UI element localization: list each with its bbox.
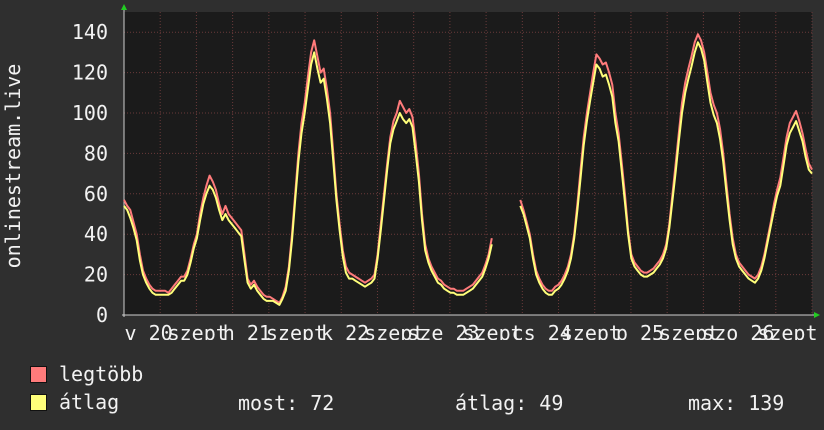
y-tick-label: 20 bbox=[84, 263, 108, 287]
stat-max: max: 139 bbox=[688, 391, 785, 415]
y-tick-label: 40 bbox=[84, 222, 108, 246]
y-axis-ticks: 0 20 40 60 80 100 120 140 bbox=[72, 20, 108, 327]
plot-area bbox=[124, 12, 812, 315]
legend-item-max: legtöbb bbox=[30, 362, 143, 386]
avg-swatch bbox=[30, 393, 47, 411]
x-tick-label: szept bbox=[561, 321, 621, 340]
max-swatch bbox=[30, 365, 47, 383]
stat-now: most: 72 bbox=[238, 391, 335, 415]
grid bbox=[124, 12, 813, 315]
x-axis-arrow bbox=[814, 312, 820, 318]
y-tick-label: 140 bbox=[72, 20, 108, 44]
y-tick-label: 100 bbox=[72, 101, 108, 125]
legend-item-avg: átlag bbox=[30, 390, 119, 414]
x-tick-label: szept bbox=[266, 321, 326, 340]
x-tick-label: k 22 bbox=[321, 321, 369, 340]
y-axis-arrow bbox=[121, 4, 127, 10]
y-tick-label: 80 bbox=[84, 141, 108, 165]
legend-label-avg: átlag bbox=[59, 390, 120, 414]
y-tick-label: 0 bbox=[96, 303, 108, 327]
x-tick-label: p 25 bbox=[616, 321, 664, 340]
y-tick-label: 120 bbox=[72, 61, 108, 85]
x-tick-label: szept bbox=[168, 321, 228, 340]
y-tick-label: 60 bbox=[84, 182, 108, 206]
line-chart: 020406080100120140 v 20szepth 21szeptk 2… bbox=[1, 4, 820, 340]
x-tick-label: h 21 bbox=[223, 321, 271, 340]
x-tick-label: v 20 bbox=[124, 321, 172, 340]
x-tick-label: szept bbox=[757, 321, 817, 340]
legend-label-max: legtöbb bbox=[59, 362, 144, 386]
x-axis-ticks: v 20szepth 21szeptk 22szeptsze 23szeptcs… bbox=[124, 321, 817, 340]
y-axis-label: onlinestream.live bbox=[1, 64, 25, 269]
stat-avg: átlag: 49 bbox=[455, 391, 564, 415]
